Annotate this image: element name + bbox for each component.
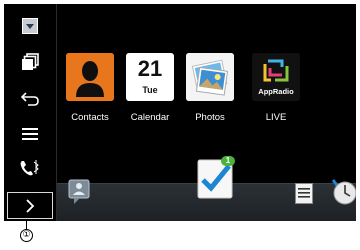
bottom-dock: 1	[57, 156, 356, 221]
app-label: LIVE	[265, 112, 287, 123]
app-label: Contacts	[71, 112, 109, 123]
app-grid: Contacts 21 Tue Calendar Photos AppRadio…	[61, 53, 301, 129]
menu-icon	[22, 128, 38, 140]
app-appradio-live[interactable]: AppRadio LIVE	[247, 53, 305, 129]
calendar-day: 21	[137, 56, 163, 81]
app-contacts[interactable]: Contacts	[61, 53, 119, 129]
sidebar-item-menu[interactable]	[12, 120, 48, 148]
sidebar	[4, 4, 56, 221]
next-page-button[interactable]	[7, 192, 53, 219]
callout-number: ①	[20, 229, 33, 242]
app-label: Photos	[195, 112, 225, 123]
dropdown-icon	[22, 18, 38, 34]
app-calendar[interactable]: 21 Tue Calendar	[121, 53, 179, 129]
sidebar-item-back[interactable]	[12, 84, 48, 112]
app-photos[interactable]: Photos	[181, 53, 239, 129]
app-label: Calendar	[130, 112, 170, 123]
appradio-tile-text: AppRadio	[258, 87, 294, 96]
head-unit-screen: Contacts 21 Tue Calendar Photos AppRadio…	[4, 4, 356, 221]
sidebar-item-dropdown[interactable]	[12, 12, 48, 40]
appradio-icon: AppRadio	[252, 53, 300, 101]
voice-assistant-icon	[68, 179, 90, 204]
calendar-icon: 21 Tue	[126, 53, 174, 101]
calendar-weekday: Tue	[142, 85, 158, 95]
sidebar-item-pages[interactable]	[12, 48, 48, 76]
photos-icon	[186, 53, 234, 101]
callout-line	[26, 221, 27, 229]
phone-bluetooth-icon	[20, 160, 39, 176]
list-button[interactable]	[295, 183, 313, 205]
pages-icon	[22, 53, 39, 70]
voice-assistant-button[interactable]	[67, 178, 93, 208]
task-check-button[interactable]: 1	[197, 156, 235, 200]
list-icon	[295, 183, 313, 204]
clock-button[interactable]	[329, 176, 356, 206]
clock-icon	[331, 179, 356, 205]
sidebar-item-phone[interactable]	[12, 154, 48, 182]
notification-badge: 1	[225, 156, 231, 165]
chevron-right-icon	[26, 198, 35, 213]
contacts-icon	[66, 53, 114, 101]
back-icon	[20, 92, 39, 106]
